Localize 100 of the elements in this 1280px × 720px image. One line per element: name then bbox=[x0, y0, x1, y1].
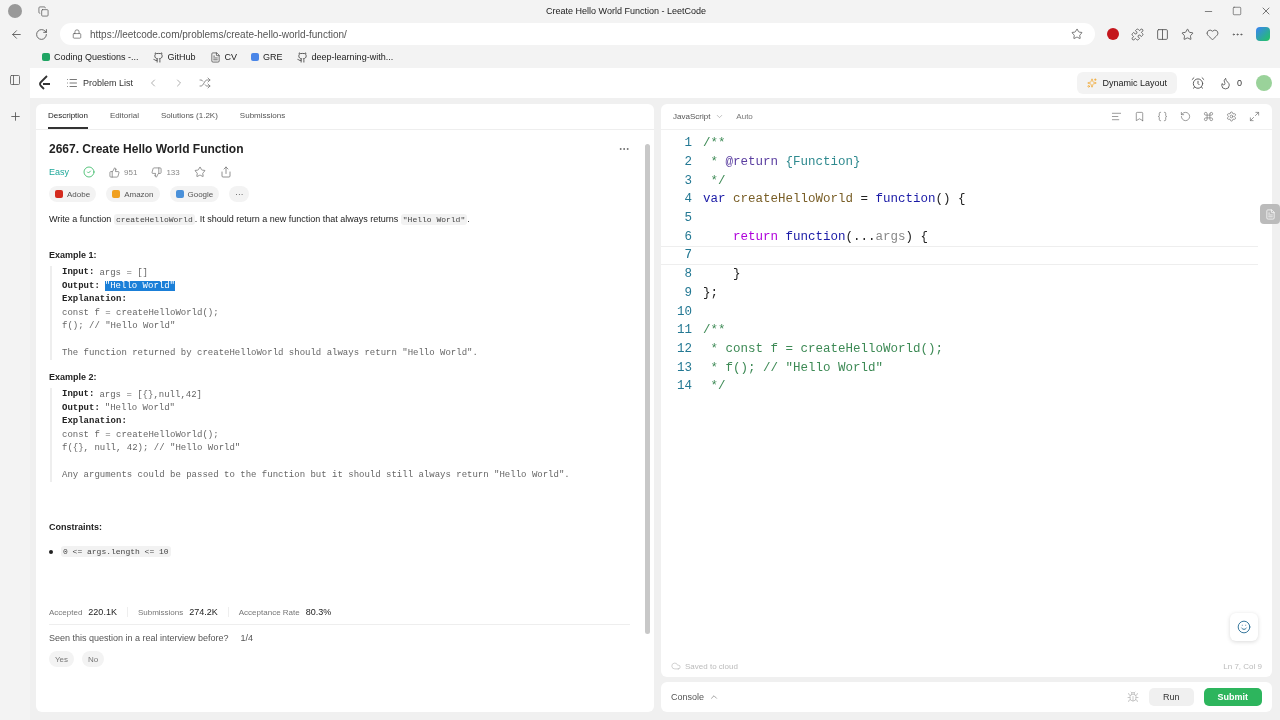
expand-icon[interactable] bbox=[1249, 111, 1260, 122]
list-icon bbox=[66, 77, 78, 89]
example-title: Example 2: bbox=[49, 372, 98, 382]
explanation-label: Explanation: bbox=[62, 415, 128, 428]
code-line: * const f = createHelloWorld(); bbox=[709, 341, 944, 356]
code-line: var createHelloWorld = function() { bbox=[703, 192, 966, 207]
favorite-icon[interactable] bbox=[1071, 28, 1083, 40]
line-number: 9 bbox=[683, 285, 693, 300]
restore-icon[interactable] bbox=[1232, 6, 1242, 16]
feedback-button[interactable] bbox=[1230, 613, 1258, 641]
problem-statement: Write a function createHelloWorld . It should return a new function that always returns "Hello World" . bbox=[49, 214, 471, 224]
shuffle-icon[interactable] bbox=[199, 77, 212, 89]
explanation-text: The function returned by createHelloWorld should always return "Hello World". bbox=[62, 346, 479, 360]
file-icon bbox=[1264, 208, 1276, 220]
bookmark-link[interactable]: GRE bbox=[263, 52, 283, 62]
line-number: 1 bbox=[683, 136, 693, 151]
dislike-button[interactable]: 133 bbox=[151, 166, 180, 178]
explanation-label: Explanation: bbox=[62, 293, 128, 306]
cloud-icon bbox=[671, 661, 681, 671]
code-line: const f = createHelloWorld(); bbox=[62, 428, 220, 442]
code-line: return function(...args) { bbox=[732, 229, 929, 244]
github-icon bbox=[152, 51, 164, 63]
health-icon[interactable] bbox=[1206, 27, 1219, 41]
line-number: 5 bbox=[683, 211, 693, 226]
code-line: /** bbox=[703, 136, 726, 151]
tab[interactable]: Description bbox=[48, 111, 88, 129]
code-line: const f = createHelloWorld(); bbox=[62, 306, 220, 320]
language-select[interactable]: JavaScript bbox=[673, 112, 725, 121]
auto-button[interactable]: Auto bbox=[736, 112, 753, 121]
problem-title: 2667. Create Hello World Function bbox=[49, 142, 244, 156]
code-line: * @return {Function} bbox=[709, 155, 861, 170]
star-icon[interactable] bbox=[193, 166, 206, 178]
code-line: }; bbox=[703, 285, 718, 300]
share-icon[interactable] bbox=[219, 166, 232, 178]
avatar-icon[interactable] bbox=[1256, 75, 1272, 91]
bookmark-link[interactable]: deep-learning-with... bbox=[311, 52, 394, 62]
tabs-icon[interactable] bbox=[38, 5, 49, 17]
line-number: 13 bbox=[676, 360, 693, 375]
line-number: 12 bbox=[676, 341, 693, 356]
back-icon[interactable] bbox=[10, 27, 23, 41]
tab[interactable]: Submissions bbox=[239, 111, 286, 129]
constraint: 0 <= args.length <= 10 bbox=[61, 546, 171, 557]
lock-icon bbox=[72, 29, 82, 39]
code-line: * f(); // "Hello World" bbox=[709, 360, 884, 375]
close-icon[interactable] bbox=[1260, 5, 1272, 17]
split-screen-icon[interactable] bbox=[1156, 27, 1169, 41]
reset-icon[interactable] bbox=[1180, 111, 1191, 122]
difficulty-label: Easy bbox=[49, 167, 69, 177]
stat-label: Acceptance Rate bbox=[238, 607, 300, 617]
run-button[interactable]: Run bbox=[1149, 688, 1194, 706]
answer-button[interactable]: No bbox=[82, 651, 105, 667]
field-value: args = [] bbox=[99, 267, 148, 278]
alarm-icon[interactable] bbox=[1191, 76, 1205, 90]
chevron-up-icon bbox=[709, 692, 720, 702]
bullet-icon bbox=[49, 549, 53, 554]
code-line: f({}, null, 42); // "Hello World" bbox=[62, 442, 242, 455]
more-tags-button[interactable]: ··· bbox=[229, 186, 250, 202]
bookmark-link[interactable]: CV bbox=[224, 52, 238, 62]
stat-value: 274.2K bbox=[189, 607, 218, 617]
add-icon[interactable] bbox=[8, 110, 22, 123]
answer-button[interactable]: Yes bbox=[49, 651, 75, 667]
extensions-icon[interactable] bbox=[1131, 27, 1144, 41]
github-icon bbox=[296, 51, 308, 63]
settings-icon[interactable] bbox=[1226, 111, 1237, 122]
scrollbar[interactable] bbox=[645, 144, 650, 634]
console-button[interactable]: Console bbox=[671, 692, 720, 702]
bookmark-link[interactable]: GitHub bbox=[167, 52, 196, 62]
line-number: 6 bbox=[683, 229, 693, 244]
bug-icon[interactable] bbox=[1127, 691, 1139, 703]
example-title: Example 1: bbox=[49, 250, 98, 260]
problem-list-button[interactable]: Problem List bbox=[66, 77, 134, 89]
format-icon[interactable] bbox=[1111, 111, 1122, 122]
field-value: args = [{},null,42] bbox=[99, 389, 203, 400]
like-button[interactable]: 951 bbox=[109, 166, 138, 178]
command-icon[interactable] bbox=[1203, 111, 1214, 122]
streak-button[interactable]: 0 bbox=[1219, 76, 1242, 90]
bookmark-link[interactable]: Coding Questions -... bbox=[54, 52, 139, 62]
company-tag[interactable]: Amazon bbox=[106, 186, 160, 202]
reload-icon[interactable] bbox=[35, 27, 48, 41]
tab[interactable]: Editorial bbox=[110, 111, 139, 129]
line-number: 2 bbox=[683, 155, 693, 170]
company-tag[interactable]: Adobe bbox=[49, 186, 97, 202]
line-number: 11 bbox=[676, 323, 693, 338]
side-tab[interactable] bbox=[1260, 204, 1280, 224]
braces-icon[interactable] bbox=[1157, 111, 1168, 122]
bookmark-icon[interactable] bbox=[1134, 111, 1145, 122]
field-label: Input: bbox=[62, 266, 95, 279]
favorites-icon[interactable] bbox=[1181, 27, 1194, 41]
constraints-title: Constraints: bbox=[49, 522, 103, 532]
company-tag[interactable]: Google bbox=[169, 186, 220, 202]
address-bar[interactable]: https://leetcode.com/problems/create-hello-world-function/ bbox=[60, 23, 1095, 45]
window-title: Create Hello World Function - LeetCode bbox=[546, 6, 706, 16]
dynamic-layout-button[interactable]: Dynamic Layout bbox=[1077, 72, 1177, 94]
thumbs-down-icon bbox=[151, 166, 163, 178]
sidebar-icon[interactable] bbox=[9, 74, 21, 86]
interview-question: Seen this question in a real interview before? bbox=[49, 633, 229, 643]
tab[interactable]: Solutions (1.2K) bbox=[160, 111, 218, 129]
flame-icon bbox=[1219, 76, 1232, 90]
code-line: */ bbox=[709, 379, 726, 394]
stat-label: Submissions bbox=[137, 607, 184, 617]
